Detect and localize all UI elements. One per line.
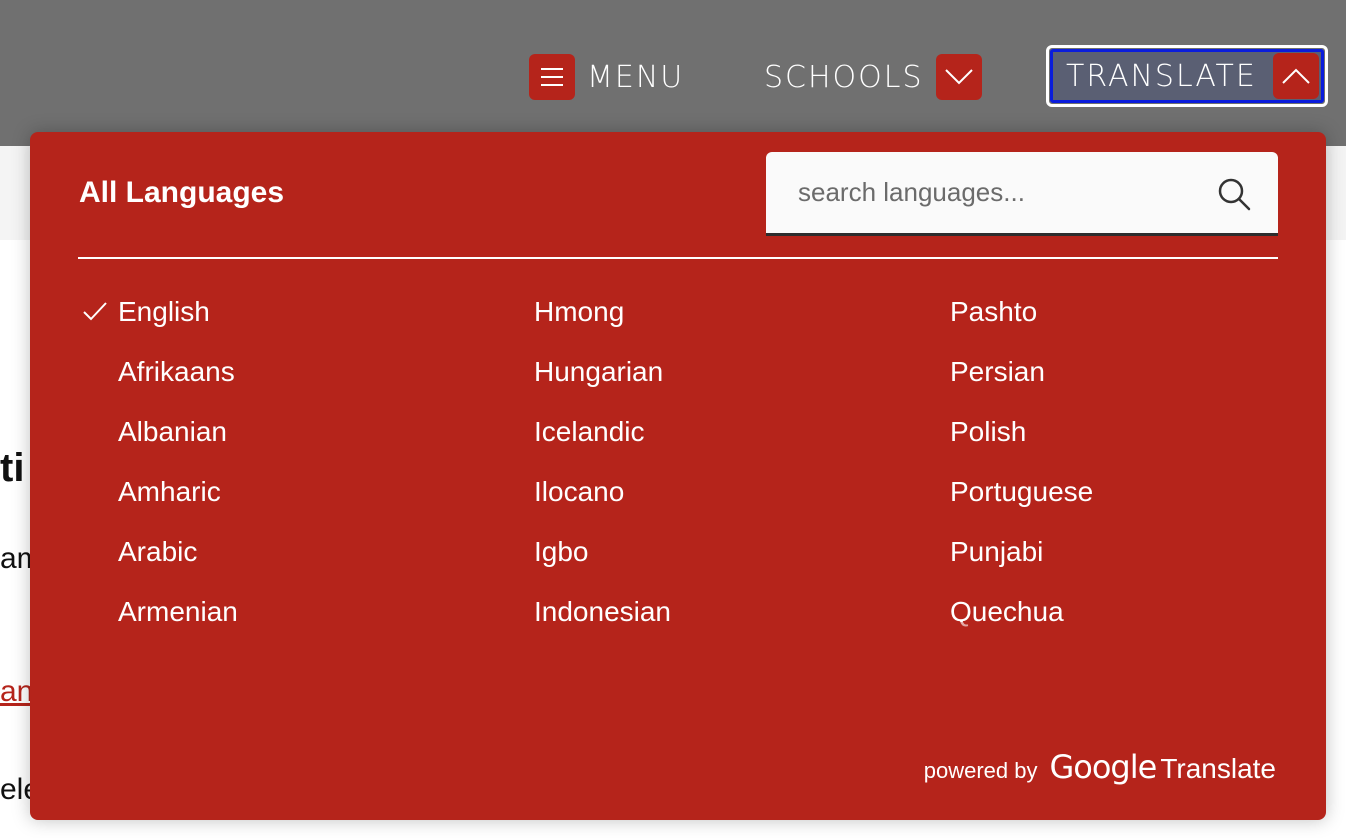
translate-language-panel: All Languages English Afrikaans Albanian Am…	[30, 132, 1326, 820]
panel-divider	[78, 257, 1278, 259]
language-label: Arabic	[118, 536, 198, 567]
language-label: English	[118, 296, 210, 327]
language-option[interactable]: Afrikaans	[78, 342, 478, 402]
language-search-input[interactable]	[766, 152, 1196, 232]
language-label: Persian	[950, 356, 1045, 387]
google-logo: Google	[1049, 748, 1157, 786]
language-option[interactable]: Icelandic	[534, 402, 934, 462]
chevron-down-icon	[935, 54, 982, 100]
menu-label: MENU	[587, 59, 685, 95]
language-label: Indonesian	[534, 596, 672, 627]
menu-button[interactable]: MENU	[529, 54, 684, 100]
language-label: Icelandic	[534, 416, 645, 447]
language-column-1: English Afrikaans Albanian Amharic Arabic Arm…	[78, 282, 478, 682]
language-label: Quechua	[950, 596, 1064, 627]
translate-brand-text: Translate	[1160, 753, 1276, 784]
powered-by-text: powered by	[923, 758, 1038, 783]
language-option[interactable]: Punjabi	[950, 522, 1326, 582]
language-label: Irish	[534, 656, 587, 682]
language-option[interactable]: Quechua	[950, 582, 1326, 642]
site-header: MENU SCHOOLS TRANSLATE	[0, 0, 1346, 146]
hamburger-icon	[529, 54, 575, 100]
translate-label: TRANSLATE	[1066, 58, 1257, 94]
language-option[interactable]: Persian	[950, 342, 1326, 402]
language-label: Hungarian	[534, 356, 664, 387]
language-option[interactable]: Amharic	[78, 462, 478, 522]
language-label: Romanian	[950, 656, 1078, 682]
language-column-3: Pashto Persian Polish Portuguese Punjabi Quec…	[950, 282, 1326, 682]
language-option[interactable]: English	[78, 282, 478, 342]
language-option[interactable]: Romanian	[950, 642, 1326, 682]
panel-title: All Languages	[79, 176, 285, 209]
language-label: Punjabi	[950, 536, 1044, 567]
language-option[interactable]: Igbo	[534, 522, 934, 582]
language-option[interactable]: Hungarian	[534, 342, 934, 402]
language-search-box	[766, 152, 1278, 236]
language-option[interactable]: Ilocano	[534, 462, 934, 522]
language-column-2: Hmong Hungarian Icelandic Ilocano Igbo Indone…	[534, 282, 934, 682]
translate-dropdown-button[interactable]: TRANSLATE	[1046, 45, 1328, 107]
language-label: Pashto	[950, 296, 1038, 327]
language-label: Albanian	[118, 416, 227, 447]
language-option[interactable]: Irish	[534, 642, 934, 682]
language-option[interactable]: Assamese	[78, 642, 478, 682]
language-label: Polish	[950, 416, 1027, 447]
search-icon[interactable]	[1216, 176, 1252, 212]
language-label: Igbo	[534, 536, 589, 567]
check-icon	[83, 302, 107, 321]
language-list: English Afrikaans Albanian Amharic Arabic Arm…	[78, 282, 1326, 682]
language-label: Portuguese	[950, 476, 1094, 507]
language-option[interactable]: Armenian	[78, 582, 478, 642]
language-option[interactable]: Albanian	[78, 402, 478, 462]
language-label: Armenian	[118, 596, 238, 627]
page-link-fragment[interactable]: an	[0, 675, 33, 709]
language-label: Amharic	[118, 476, 221, 507]
language-label: Assamese	[118, 656, 249, 682]
language-label: Ilocano	[534, 476, 625, 507]
language-option[interactable]: Portuguese	[950, 462, 1326, 522]
language-option[interactable]: Arabic	[78, 522, 478, 582]
language-option[interactable]: Hmong	[534, 282, 934, 342]
language-label: Afrikaans	[118, 356, 235, 387]
language-option[interactable]: Indonesian	[534, 582, 934, 642]
schools-label: SCHOOLS	[764, 59, 924, 95]
chevron-up-icon	[1273, 53, 1319, 99]
schools-dropdown-button[interactable]: SCHOOLS	[764, 54, 982, 100]
page-heading-fragment: ti	[0, 446, 25, 490]
powered-by-google-translate: powered by Google Translate	[924, 748, 1276, 786]
translate-button-focus-ring: TRANSLATE	[1050, 49, 1324, 103]
language-label: Hmong	[534, 296, 625, 327]
language-option[interactable]: Pashto	[950, 282, 1326, 342]
language-option[interactable]: Polish	[950, 402, 1326, 462]
